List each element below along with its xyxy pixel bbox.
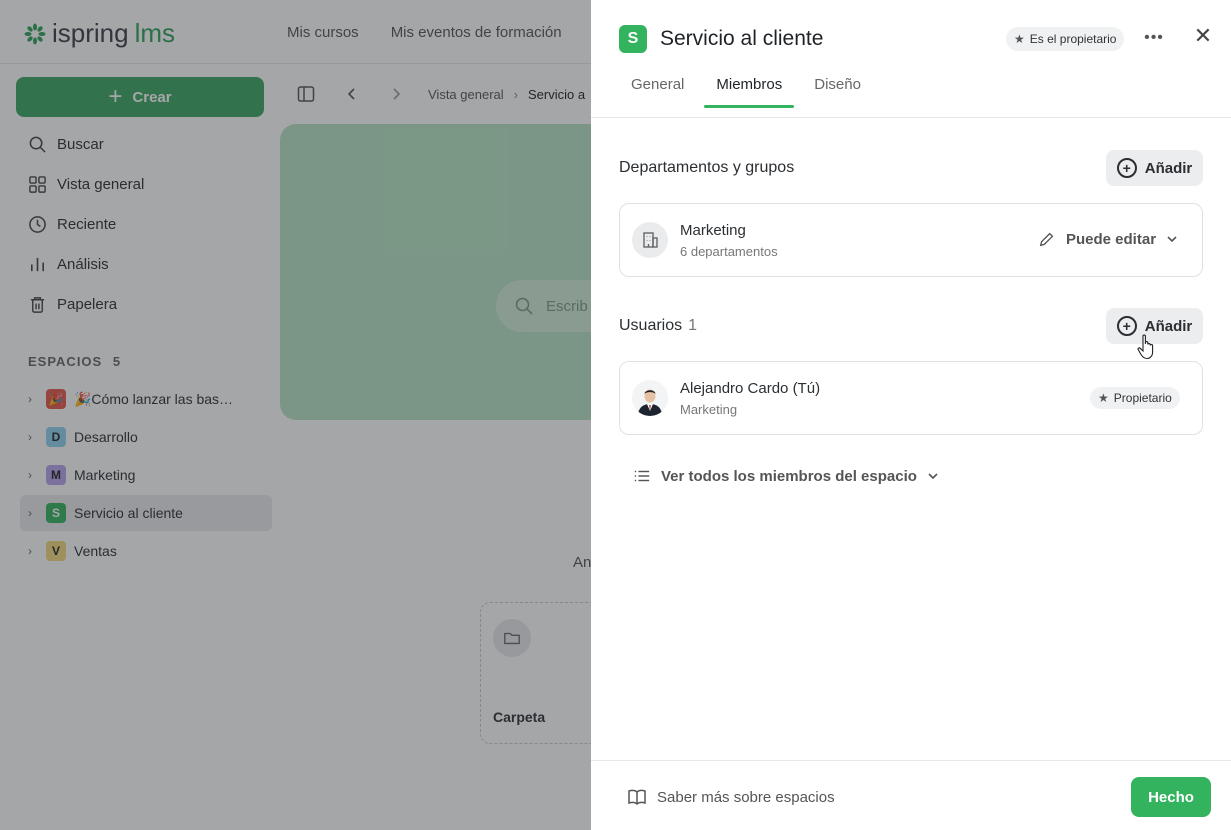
panel-footer: Saber más sobre espacios Hecho [591, 760, 1231, 830]
more-options-icon[interactable]: ••• [1142, 26, 1166, 50]
panel-tabs: General Miembros Diseño [619, 76, 873, 108]
close-icon[interactable]: ✕ [1191, 23, 1215, 48]
role-badge: ★ Propietario [1090, 387, 1180, 409]
building-icon [632, 222, 668, 258]
space-badge: S [619, 25, 647, 53]
pencil-icon [1039, 232, 1054, 247]
plus-circle-icon: + [1116, 316, 1137, 336]
permission-dropdown[interactable]: Puede editar [1038, 230, 1178, 248]
hand-cursor-icon [1137, 334, 1154, 360]
tab-members[interactable]: Miembros [704, 76, 795, 108]
owner-badge-label: Es el propietario [1029, 32, 1117, 46]
user-name: Alejandro Cardo (Tú) [680, 380, 821, 397]
add-department-label: Añadir [1144, 159, 1193, 177]
chevron-down-icon [928, 473, 938, 480]
book-icon [628, 789, 646, 806]
space-settings-panel: S Servicio al cliente ★ Es el propietari… [591, 0, 1231, 830]
modal-overlay[interactable] [0, 0, 591, 830]
users-count: 1 [688, 317, 698, 334]
user-avatar [632, 380, 668, 416]
star-icon: ★ [1014, 32, 1025, 46]
chevron-down-icon [1167, 236, 1177, 243]
user-card: Alejandro Cardo (Tú) Marketing ★ Propiet… [619, 361, 1203, 435]
view-all-label: Ver todos los miembros del espacio [661, 467, 917, 485]
learn-more-label: Saber más sobre espacios [657, 788, 835, 806]
permission-label: Puede editar [1066, 230, 1157, 248]
users-title-label: Usuarios [619, 317, 683, 334]
list-icon [634, 470, 650, 482]
panel-title: Servicio al cliente [660, 27, 824, 50]
role-label: Propietario [1113, 391, 1172, 405]
department-sub: 6 departamentos [680, 244, 778, 259]
owner-badge: ★ Es el propietario [1006, 27, 1125, 51]
done-button[interactable]: Hecho [1131, 777, 1211, 817]
add-user-label: Añadir [1144, 317, 1193, 335]
learn-more-link[interactable]: Saber más sobre espacios [627, 787, 835, 807]
department-card: Marketing 6 departamentos Puede editar [619, 203, 1203, 277]
department-name: Marketing [680, 222, 746, 239]
view-all-members-link[interactable]: Ver todos los miembros del espacio [633, 467, 939, 485]
panel-header: S Servicio al cliente ★ Es el propietari… [591, 0, 1231, 118]
tab-general[interactable]: General [619, 76, 696, 107]
user-department: Marketing [680, 402, 738, 417]
add-department-button[interactable]: + Añadir [1106, 150, 1203, 186]
departments-section-title: Departamentos y grupos [619, 159, 795, 176]
users-section-title: Usuarios 1 [619, 317, 697, 335]
star-icon: ★ [1098, 391, 1109, 405]
plus-circle-icon: + [1116, 158, 1137, 178]
tab-design[interactable]: Diseño [802, 76, 873, 107]
